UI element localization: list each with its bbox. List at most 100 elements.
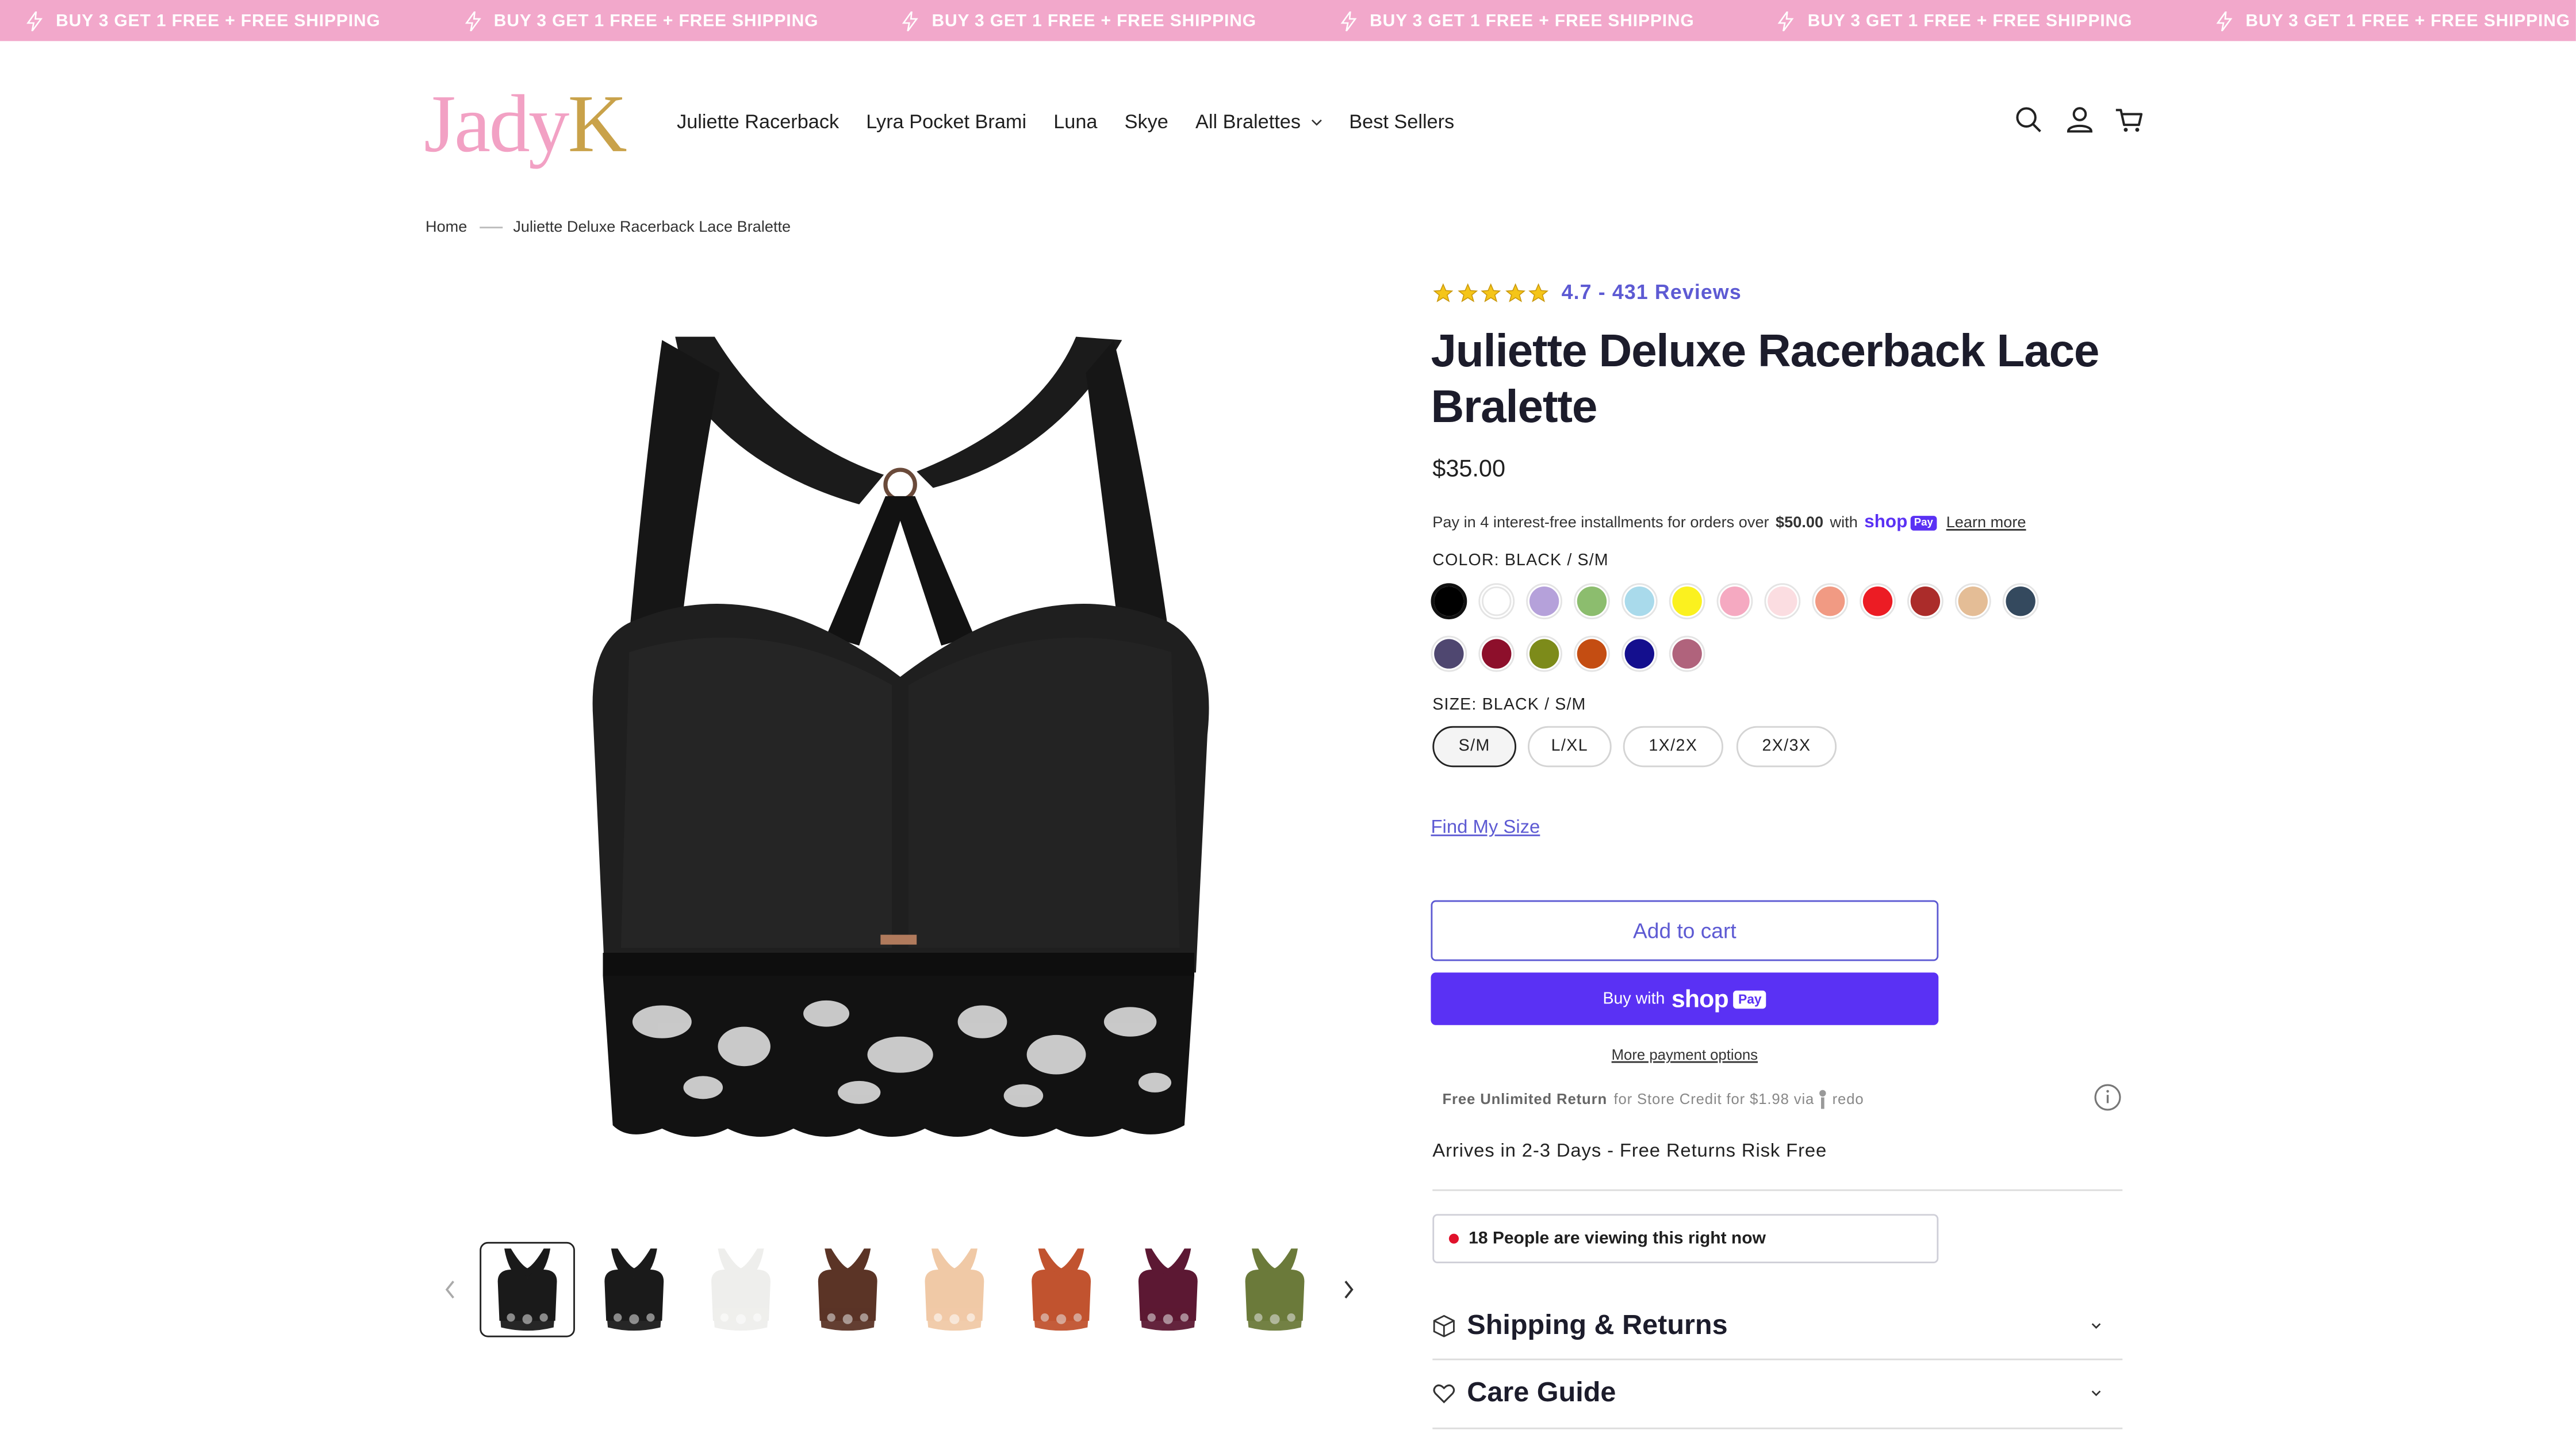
redo-text: for Store Credit for $1.98 via	[1613, 1091, 1815, 1107]
shop-pay-logo: shop Pay	[1864, 512, 1937, 532]
main-nav: Juliette Racerback Lyra Pocket Brami Lun…	[677, 107, 1481, 136]
color-swatch[interactable]	[1478, 583, 1515, 620]
product-thumbnail[interactable]	[693, 1242, 789, 1337]
product-thumbnail[interactable]	[800, 1242, 895, 1337]
shop-pay-badge: Pay	[1911, 515, 1937, 530]
color-swatch[interactable]	[1574, 583, 1610, 620]
product-thumbnail[interactable]	[907, 1242, 1002, 1337]
color-swatch-fill	[1768, 586, 1797, 616]
product-price: $35.00	[1432, 457, 1506, 483]
product-thumbnail[interactable]	[586, 1242, 682, 1337]
color-swatch[interactable]	[1526, 583, 1563, 620]
thumbnail-next-arrow-icon[interactable]	[1340, 1278, 1357, 1301]
accordion-shipping-returns[interactable]: Shipping & Returns	[1432, 1301, 2122, 1351]
color-swatch[interactable]	[1431, 635, 1467, 672]
rating-stars	[1432, 282, 1551, 303]
color-swatch[interactable]	[1954, 583, 1991, 620]
color-swatch[interactable]	[1860, 583, 1896, 620]
color-swatch[interactable]	[1574, 635, 1610, 672]
product-main-image[interactable]	[564, 324, 1237, 1158]
product-thumbnail[interactable]	[480, 1241, 575, 1337]
color-swatch-fill	[1577, 639, 1607, 669]
pay-badge: Pay	[1733, 990, 1767, 1008]
product-thumbnail[interactable]	[1120, 1242, 1216, 1337]
chevron-down-icon	[1311, 118, 1322, 125]
cart-icon[interactable]	[2113, 103, 2145, 136]
divider	[1432, 1189, 2123, 1191]
breadcrumb-home[interactable]: Home	[425, 218, 467, 236]
product-thumbnail[interactable]	[1014, 1242, 1109, 1337]
installments-with: with	[1830, 513, 1858, 532]
logo-text-jady: Jady	[424, 77, 569, 170]
accordion-care-guide[interactable]: Care Guide	[1432, 1368, 2122, 1418]
product-title: Juliette Deluxe Racerback Lace Bralette	[1431, 325, 2099, 432]
find-my-size-link[interactable]: Find My Size	[1431, 818, 1540, 838]
accordion-title: Shipping & Returns	[1467, 1309, 1728, 1341]
color-swatch-fill	[1624, 586, 1654, 616]
add-to-cart-button[interactable]: Add to cart	[1431, 900, 1939, 961]
redo-brand: redo	[1832, 1091, 1864, 1107]
nav-label: All Bralettes	[1195, 110, 1301, 133]
announcement-text: BUY 3 GET 1 FREE + FREE SHIPPING	[1370, 10, 1695, 30]
live-viewers-badge: 18 People are viewing this right now	[1432, 1214, 1939, 1264]
color-swatch[interactable]	[1621, 583, 1658, 620]
jadyk-logo[interactable]: JadyK	[424, 74, 637, 172]
color-swatch[interactable]	[1764, 583, 1801, 620]
size-option-l-xl[interactable]: L/XL	[1528, 726, 1612, 768]
accordion-title: Care Guide	[1467, 1377, 1616, 1408]
announcement-text: BUY 3 GET 1 FREE + FREE SHIPPING	[493, 10, 819, 30]
color-swatch-fill	[1529, 586, 1559, 616]
color-swatch[interactable]	[1478, 635, 1515, 672]
shop-wordmark: shop	[1671, 984, 1729, 1013]
color-swatch[interactable]	[1621, 635, 1658, 672]
nav-label: Juliette Racerback	[677, 110, 839, 133]
thumbnail-prev-arrow-icon[interactable]	[442, 1278, 459, 1301]
lightning-bolt-icon	[1778, 10, 1795, 30]
color-swatch[interactable]	[1907, 583, 1943, 620]
color-swatch[interactable]	[1812, 583, 1849, 620]
color-label-value: BLACK / S/M	[1504, 551, 1609, 570]
product-rating[interactable]: 4.7 - 431 Reviews	[1432, 281, 1742, 304]
color-swatch-fill	[1958, 586, 1988, 616]
heart-icon	[1433, 1384, 1455, 1404]
color-swatch-fill	[1815, 586, 1845, 616]
lightning-bolt-icon	[26, 10, 43, 30]
color-swatch[interactable]	[1716, 583, 1753, 620]
star-icon	[1433, 282, 1454, 302]
rating-text[interactable]: 4.7 - 431 Reviews	[1562, 281, 1742, 304]
nav-item-best-sellers[interactable]: Best Sellers	[1349, 110, 1454, 133]
learn-more-link[interactable]: Learn more	[1946, 513, 2026, 531]
nav-item-all-bralettes[interactable]: All Bralettes	[1195, 110, 1322, 133]
thumbnail-image	[818, 1248, 877, 1331]
color-swatch[interactable]	[1526, 635, 1563, 672]
buy-with-shop-pay-button[interactable]: Buy with shop Pay	[1431, 972, 1939, 1025]
thumbnail-image	[925, 1248, 984, 1331]
buy-with-label: Buy with	[1603, 990, 1665, 1008]
size-option-2x-3x[interactable]: 2X/3X	[1736, 726, 1837, 768]
account-icon[interactable]	[2063, 103, 2096, 136]
nav-item-juliette-racerback[interactable]: Juliette Racerback	[677, 110, 839, 133]
nav-item-luna[interactable]: Luna	[1053, 110, 1097, 133]
color-swatch[interactable]	[1669, 635, 1705, 672]
star-icon	[1528, 282, 1549, 302]
breadcrumb-separator	[480, 227, 504, 229]
color-swatch-fill	[1482, 586, 1512, 616]
size-label: SIZE: BLACK / S/M	[1432, 696, 1586, 714]
more-payment-options-link[interactable]: More payment options	[1431, 1046, 1938, 1063]
size-option-1x-2x[interactable]: 1X/2X	[1623, 726, 1723, 768]
viewers-text: 18 People are viewing this right now	[1469, 1229, 1766, 1249]
size-option-s-m[interactable]: S/M	[1432, 726, 1517, 768]
color-swatch[interactable]	[2002, 583, 2039, 620]
divider	[1432, 1427, 2123, 1429]
color-swatch[interactable]	[1431, 583, 1467, 620]
announcement-item: BUY 3 GET 1 FREE + FREE SHIPPING	[876, 0, 1256, 41]
nav-item-skye[interactable]: Skye	[1125, 110, 1168, 133]
info-icon[interactable]	[2093, 1083, 2122, 1112]
divider	[1432, 1358, 2123, 1360]
search-icon[interactable]	[2012, 103, 2045, 136]
color-swatch-fill	[1672, 586, 1702, 616]
nav-item-lyra-pocket-brami[interactable]: Lyra Pocket Brami	[866, 110, 1026, 133]
product-thumbnail[interactable]	[1227, 1242, 1322, 1337]
color-swatch[interactable]	[1669, 583, 1705, 620]
thumbnail-image	[604, 1248, 664, 1331]
